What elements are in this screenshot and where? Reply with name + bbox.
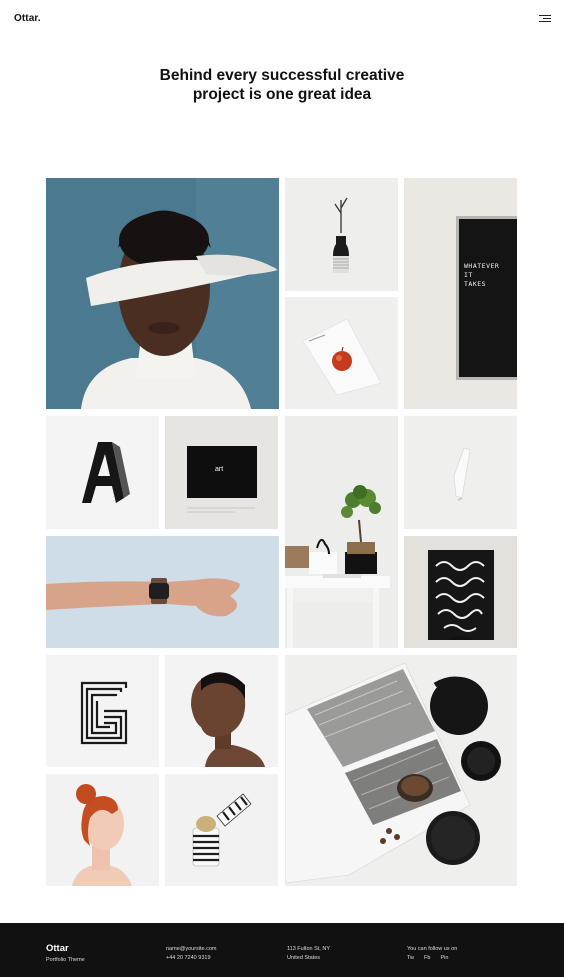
footer-address-line1: 113 Fulton St, NY: [287, 946, 331, 952]
letter-g-image: [46, 655, 159, 767]
gallery-item-striped-can[interactable]: [165, 774, 278, 886]
vase-image: [285, 178, 398, 291]
desk-bonsai-image: [285, 416, 398, 648]
gallery-item-arm-watch[interactable]: [46, 536, 279, 648]
social-link-twitter[interactable]: Tw: [407, 954, 414, 963]
apple-card-image: [285, 297, 398, 409]
gallery-item-white-object[interactable]: [404, 416, 517, 529]
footer-address: 113 Fulton St, NY United States: [287, 945, 330, 963]
gallery-item-desk-bonsai[interactable]: [285, 416, 398, 648]
footer-social: You can follow us on Tw Fb Pin: [407, 945, 457, 963]
profile-man-image: [165, 655, 278, 767]
logo[interactable]: Ottar.: [14, 13, 41, 24]
gallery-item-art-card[interactable]: art: [165, 416, 278, 529]
footer-email[interactable]: name@yoursite.com: [166, 945, 217, 954]
gallery-item-profile-man[interactable]: [165, 655, 278, 767]
footer-tagline: Portfolio Theme: [46, 957, 85, 963]
gallery-item-letter-a[interactable]: A: [46, 416, 159, 529]
letterboard-text: WHATEVER IT TAKES: [464, 262, 499, 289]
poster-line-2: IT: [464, 271, 473, 279]
site-footer: Ottar Portfolio Theme name@yoursite.com …: [0, 923, 564, 977]
poster-line-1: WHATEVER: [464, 262, 500, 270]
poster-line-3: TAKES: [464, 280, 487, 288]
gallery-item-typography-poster[interactable]: alphabet: [404, 536, 517, 648]
footer-follow-label: You can follow us on: [407, 946, 458, 952]
arm-watch-image: [46, 536, 279, 648]
site-header: Ottar.: [0, 0, 564, 40]
gallery-item-apple-card[interactable]: [285, 297, 398, 409]
gallery-item-letterboard[interactable]: WHATEVER IT TAKES: [404, 178, 517, 409]
social-link-pinterest[interactable]: Pin: [440, 954, 448, 963]
gallery-item-portrait-feather[interactable]: [46, 178, 279, 409]
menu-icon[interactable]: [539, 15, 551, 25]
letter-a-image: [46, 416, 159, 529]
redhead-woman-image: [46, 774, 159, 886]
typography-poster-image: [404, 536, 517, 648]
gallery-item-magazine-flatlay[interactable]: [285, 655, 517, 886]
art-card-text: art: [215, 466, 224, 473]
gallery-item-letter-g[interactable]: G: [46, 655, 159, 767]
magazine-flatlay-image: [285, 655, 517, 886]
footer-contact: name@yoursite.com +44 20 7240 9319: [166, 945, 217, 963]
social-link-facebook[interactable]: Fb: [424, 954, 430, 963]
white-object-image: [404, 416, 517, 529]
gallery-item-vase[interactable]: [285, 178, 398, 291]
gallery-item-redhead-woman[interactable]: [46, 774, 159, 886]
footer-phone[interactable]: +44 20 7240 9319: [166, 954, 217, 963]
footer-brand[interactable]: Ottar: [46, 943, 69, 954]
social-links: Tw Fb Pin: [407, 954, 457, 963]
portrait-feather-image: [46, 178, 279, 409]
footer-address-line2: United States: [287, 955, 321, 961]
letterboard-image: [404, 178, 517, 409]
hero-headline: Behind every successful creative project…: [159, 67, 405, 103]
striped-can-image: [165, 774, 278, 886]
